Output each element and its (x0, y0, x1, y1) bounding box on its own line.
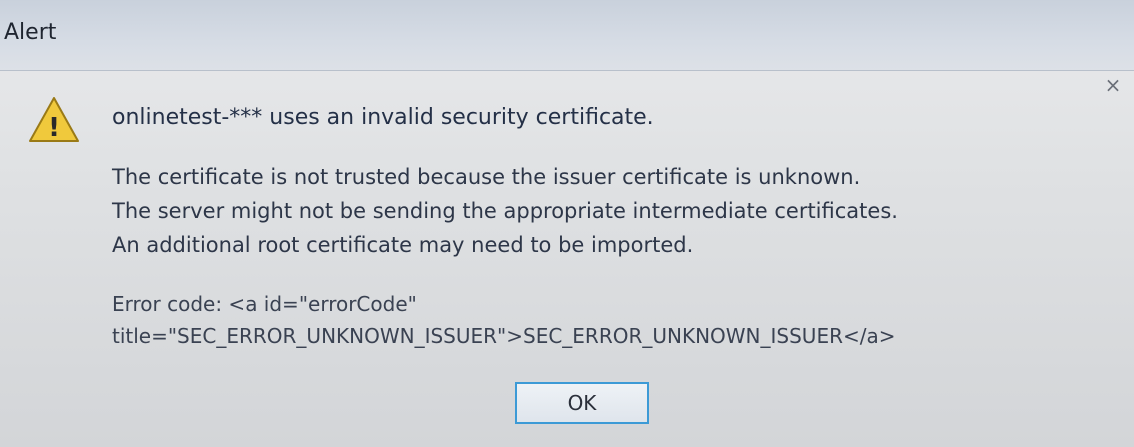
message-line: An additional root certificate may need … (112, 233, 694, 257)
error-code-line: Error code: <a id="errorCode" (112, 292, 417, 316)
message-line: The server might not be sending the appr… (112, 199, 898, 223)
close-icon[interactable]: × (1102, 72, 1124, 98)
warning-icon: ! (29, 97, 79, 143)
ok-button[interactable]: OK (515, 382, 649, 424)
warning-glyph: ! (48, 113, 60, 143)
error-code-line: title="SEC_ERROR_UNKNOWN_ISSUER">SEC_ERR… (112, 324, 896, 348)
message-line: The certificate is not trusted because t… (112, 165, 861, 189)
message-body: The certificate is not trusted because t… (112, 160, 898, 262)
error-code: Error code: <a id="errorCode" title="SEC… (112, 288, 896, 352)
message-heading: onlinetest-*** uses an invalid security … (112, 105, 654, 130)
window-title: Alert (4, 20, 57, 45)
title-bar[interactable]: Alert (0, 0, 1134, 71)
alert-dialog: Alert × ! onlinetest-*** uses an invalid… (0, 0, 1134, 447)
